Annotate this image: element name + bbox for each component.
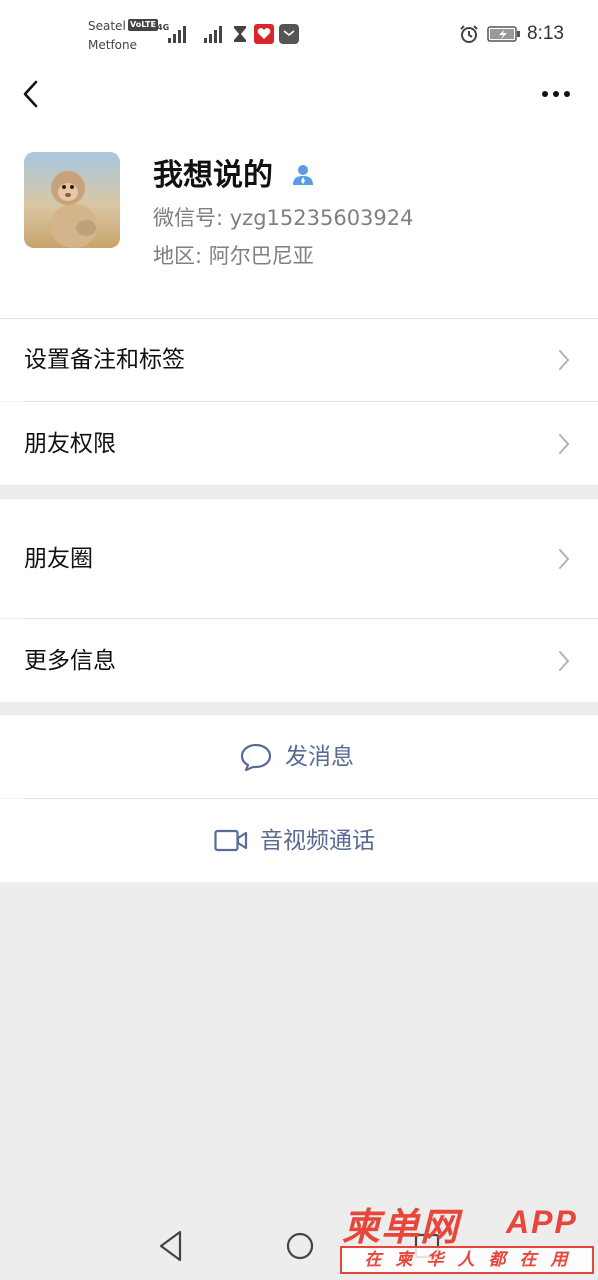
watermark-app: APP [506, 1204, 578, 1240]
region: 地区: 阿尔巴尼亚 [153, 244, 314, 268]
signal-icon-2 [204, 24, 222, 43]
message-notification-icon [279, 24, 299, 44]
volte-badge: VoLTE [128, 19, 158, 31]
video-call-button[interactable]: 音视频通话 [0, 799, 598, 882]
chevron-right-icon [559, 434, 570, 454]
hourglass-icon [234, 26, 246, 42]
male-icon [293, 165, 313, 185]
clock: 8:13 [527, 23, 564, 44]
watermark-logo: 柬单网 APP 在柬华人都在用 [340, 1196, 594, 1278]
row-label: 设置备注和标签 [24, 347, 185, 373]
chevron-left-icon[interactable] [16, 76, 46, 112]
send-message-label: 发消息 [285, 743, 354, 770]
set-remark-and-tags-row[interactable]: 设置备注和标签 [0, 319, 598, 401]
chevron-right-icon [559, 651, 570, 671]
back-triangle-icon[interactable] [156, 1228, 186, 1264]
profile-header: 我想说的 微信号: yzg15235603924 地区: 阿尔巴尼亚 [0, 124, 598, 318]
app-notification-icon [254, 24, 274, 44]
send-message-button[interactable]: 发消息 [0, 715, 598, 798]
chevron-right-icon [559, 350, 570, 370]
status-bar: Seatel Metfone VoLTE 4G 8:13 [0, 0, 598, 66]
watermark-tagline: 在柬华人都在用 [340, 1246, 594, 1274]
video-camera-icon [214, 829, 248, 851]
home-circle-icon[interactable] [284, 1228, 316, 1264]
carrier-2: Metfone [88, 38, 137, 52]
chevron-right-icon [559, 549, 570, 569]
signal-icon [168, 24, 186, 43]
chat-bubble-icon [240, 743, 272, 771]
more-info-row[interactable]: 更多信息 [0, 619, 598, 702]
top-navbar [0, 66, 598, 124]
video-call-label: 音视频通话 [260, 827, 375, 854]
row-label: 朋友权限 [24, 431, 116, 457]
wechat-id: 微信号: yzg15235603924 [153, 206, 414, 230]
more-dots-icon[interactable] [536, 82, 576, 106]
avatar[interactable] [24, 152, 120, 248]
moments-row[interactable]: 朋友圈 [0, 499, 598, 618]
nickname: 我想说的 [153, 158, 273, 193]
watermark-main: 柬单网 [342, 1205, 460, 1249]
battery-icon [487, 26, 520, 42]
row-label: 更多信息 [24, 648, 116, 674]
friend-permissions-row[interactable]: 朋友权限 [0, 402, 598, 485]
alarm-icon [460, 25, 478, 43]
row-label: 朋友圈 [24, 546, 93, 572]
